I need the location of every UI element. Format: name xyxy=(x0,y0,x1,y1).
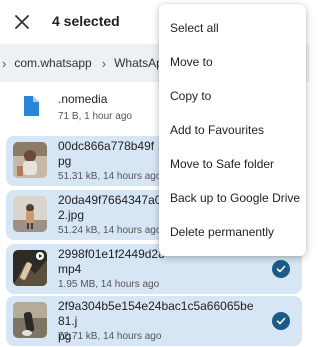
close-selection-button[interactable] xyxy=(10,10,34,34)
menu-item-back-up-to-google-drive[interactable]: Back up to Google Drive xyxy=(170,191,300,205)
file-meta: 72.71 kB, 14 hours ago xyxy=(58,331,162,342)
video-thumbnail xyxy=(13,250,47,286)
image-thumbnail xyxy=(13,142,47,178)
image-thumbnail xyxy=(13,196,47,232)
overflow-menu: Select all Move to Copy to Add to Favour… xyxy=(159,4,306,256)
selection-count-title: 4 selected xyxy=(52,13,120,29)
file-meta: 51.24 kB, 14 hours ago xyxy=(58,225,162,236)
chevron-right-icon: › xyxy=(2,55,7,71)
file-row[interactable]: 2f9a304b5e154e24bac1c5a66065be81.j pg 72… xyxy=(6,296,302,346)
breadcrumb-item[interactable]: com.whatsapp xyxy=(14,56,91,70)
menu-item-add-to-favourites[interactable]: Add to Favourites xyxy=(170,123,264,137)
document-icon xyxy=(13,88,47,124)
file-meta: 71 B, 1 hour ago xyxy=(58,111,132,122)
menu-item-copy-to[interactable]: Copy to xyxy=(170,89,211,103)
file-meta: 1.95 MB, 14 hours ago xyxy=(58,279,160,290)
breadcrumb-item[interactable]: WhatsAp xyxy=(114,56,163,70)
menu-item-move-to-safe-folder[interactable]: Move to Safe folder xyxy=(170,157,274,171)
image-thumbnail xyxy=(13,302,47,338)
checkmark-icon[interactable] xyxy=(272,312,290,330)
menu-item-delete-permanently[interactable]: Delete permanently xyxy=(170,225,274,239)
chevron-right-icon: › xyxy=(101,55,107,71)
menu-item-move-to[interactable]: Move to xyxy=(170,55,213,69)
file-meta: 51.31 kB, 14 hours ago xyxy=(58,171,162,182)
close-icon xyxy=(15,15,29,29)
checkmark-icon[interactable] xyxy=(272,260,290,278)
menu-item-select-all[interactable]: Select all xyxy=(170,21,219,35)
